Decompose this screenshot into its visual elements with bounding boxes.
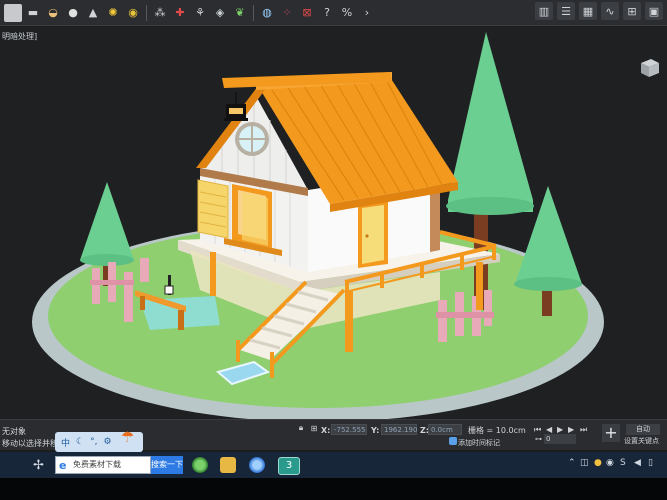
ie-icon[interactable] (249, 457, 265, 473)
list-icon[interactable]: ☰ (557, 2, 575, 20)
palette-icon[interactable]: ⁘ (278, 4, 296, 22)
punctuation-icon[interactable]: °, (90, 437, 97, 447)
small-tree-left-crown (80, 182, 134, 260)
curve-editor-icon[interactable]: ∿ (601, 2, 619, 20)
browser-icon[interactable] (192, 457, 208, 473)
material-icon[interactable]: ◉ (124, 4, 142, 22)
ime-toolbar: 中 ☾ °, ⚙ ☂ (55, 428, 143, 452)
absolute-mode-icon[interactable]: ⊞ (309, 423, 319, 433)
perspective-viewport[interactable]: 明暗处理] (0, 27, 667, 419)
main-toolbar: ▬ ◒ ● ▲ ✺ ◉ ⁂ ✚ ⚘ ◈ ❦ ◍ ⁘ ⊠ ? % › ▥ ☰ ▦ … (0, 0, 667, 26)
z-coordinate-field[interactable]: 0.0cm (428, 424, 462, 435)
monitor-bezel (0, 478, 667, 500)
prev-frame-icon[interactable]: ◀ (546, 425, 552, 434)
grid-icon[interactable]: ▦ (579, 2, 597, 20)
search-text: 免费素材下载 (73, 460, 121, 469)
clock-icon[interactable]: ▯ (648, 458, 653, 468)
plant-icon[interactable]: ❦ (231, 4, 249, 22)
y-label: Y: (371, 426, 380, 435)
modifier-icon[interactable]: ◈ (211, 4, 229, 22)
teapot-icon[interactable]: ◒ (44, 4, 62, 22)
set-key-button[interactable]: 设置关键点 (624, 436, 659, 446)
moon-icon[interactable]: ☾ (76, 437, 84, 447)
add-time-tag[interactable]: 添加时间标记 (458, 438, 500, 448)
render-setup-icon[interactable]: ▣ (645, 2, 663, 20)
particles-icon[interactable]: ⁂ (151, 4, 169, 22)
x-label: X: (321, 426, 331, 435)
chat-icon[interactable]: ◉ (606, 458, 614, 468)
render-icon[interactable]: ◍ (258, 4, 276, 22)
window-shutter (197, 179, 229, 239)
percent-icon[interactable]: % (338, 4, 356, 22)
layout-icon[interactable]: ▥ (535, 2, 553, 20)
network-icon[interactable]: ◫ (580, 458, 589, 468)
sphere-icon[interactable]: ● (64, 4, 82, 22)
go-to-end-icon[interactable]: ⏭ (580, 425, 587, 435)
volume-icon[interactable]: ◀ (634, 458, 641, 468)
stilt (210, 252, 216, 296)
browser-e-icon: e (59, 459, 67, 472)
set-key-plus-button[interactable]: + (602, 424, 620, 442)
snap-icon[interactable]: ⊠ (298, 4, 316, 22)
toolbar-divider (253, 4, 254, 21)
selection-status: 无对象 (2, 427, 26, 436)
gear-icon[interactable]: ⚙ (103, 437, 111, 447)
hierarchy-icon[interactable]: ⚘ (191, 4, 209, 22)
scene-render (32, 32, 604, 419)
fan-icon[interactable]: ✢ (33, 458, 44, 473)
browser-search-input[interactable]: e 免费素材下载 (55, 456, 151, 474)
door-knob (365, 234, 369, 238)
ime-language-toggle[interactable]: 中 (61, 436, 70, 449)
lock-icon[interactable]: 🔒︎ (296, 423, 306, 433)
toolbar-right-group: ▥ ☰ ▦ ∿ ⊞ ▣ (535, 2, 663, 20)
tall-tree-crown (448, 32, 533, 212)
auto-key-button[interactable]: 自动 (626, 424, 660, 435)
question-icon[interactable]: ? (318, 4, 336, 22)
lantern (224, 92, 248, 121)
stilt (476, 262, 483, 310)
current-frame-field[interactable]: 0 (544, 434, 576, 444)
ime-s-icon[interactable]: S (620, 458, 626, 468)
y-coordinate-field[interactable]: 1962.190 (381, 424, 417, 435)
stilt (345, 290, 353, 352)
time-tag-icon[interactable] (449, 437, 457, 445)
chevron-icon[interactable]: › (358, 4, 376, 22)
chevron-up-icon[interactable]: ⌃ (568, 458, 576, 468)
next-frame-icon[interactable]: ▶ (568, 425, 574, 434)
x-coordinate-field[interactable]: -752.555 (331, 424, 367, 435)
beach-umbrella-icon: ☂ (121, 428, 135, 446)
toolbar-divider (146, 4, 147, 21)
box-icon[interactable] (4, 3, 22, 22)
pin-icon[interactable]: ● (594, 458, 602, 468)
grid-size: 栅格 = 10.0cm (468, 426, 526, 435)
schematic-icon[interactable]: ⊞ (623, 2, 641, 20)
go-to-start-icon[interactable]: ⏮ (534, 425, 541, 435)
link-icon[interactable]: ✚ (171, 4, 189, 22)
folder-icon[interactable] (220, 457, 236, 473)
taskbar: ✢ e 免费素材下载 搜索一下 3 ⌃ ◫ ● ◉ S ◀ ▯ (0, 452, 667, 478)
key-mode-icon[interactable]: ⊶ (535, 435, 542, 443)
light-icon[interactable]: ✺ (104, 4, 122, 22)
cone-icon[interactable]: ▲ (84, 4, 102, 22)
cylinder-icon[interactable]: ▬ (24, 4, 42, 22)
play-icon[interactable]: ▶ (557, 425, 563, 434)
screen: ▬ ◒ ● ▲ ✺ ◉ ⁂ ✚ ⚘ ◈ ❦ ◍ ⁘ ⊠ ? % › ▥ ☰ ▦ … (0, 0, 667, 500)
search-button[interactable]: 搜索一下 (151, 456, 183, 474)
3dsmax-app-icon[interactable]: 3 (278, 457, 300, 475)
